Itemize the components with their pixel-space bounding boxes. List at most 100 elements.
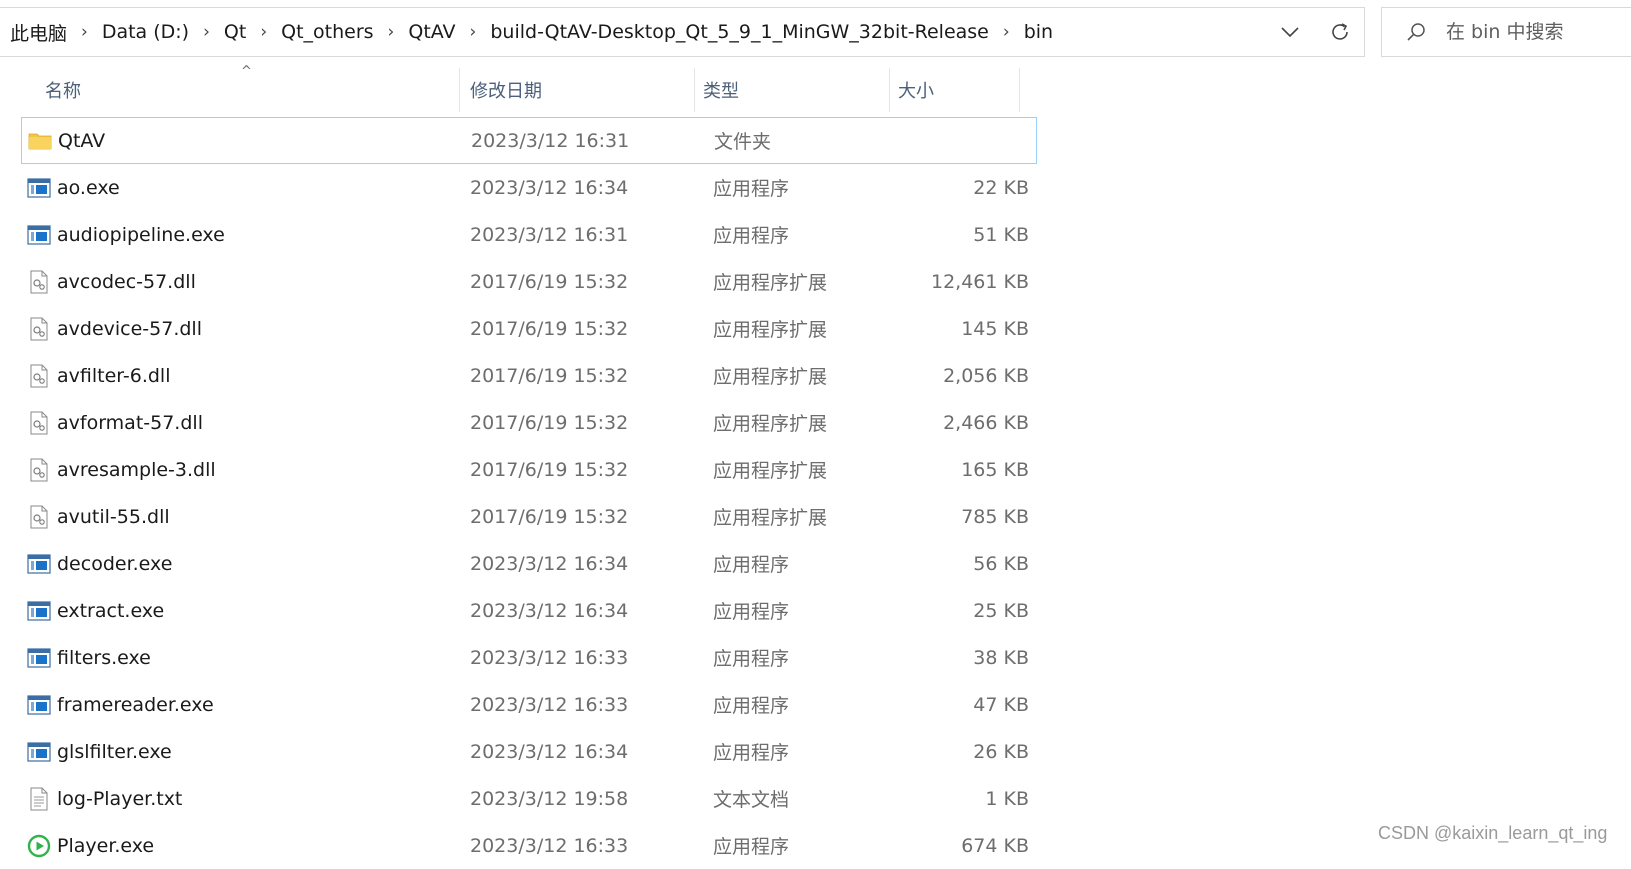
file-name: extract.exe	[57, 599, 165, 622]
file-type: 应用程序扩展	[713, 366, 828, 388]
exe-icon	[26, 211, 52, 258]
breadcrumb-item-qt[interactable]: Qt	[224, 21, 246, 43]
file-modified-date: 2023/3/12 16:34	[470, 176, 629, 199]
file-name: avutil-55.dll	[57, 505, 170, 528]
breadcrumb-item-qtav[interactable]: QtAV	[408, 21, 455, 43]
chevron-right-icon[interactable]: ›	[470, 22, 477, 42]
file-row[interactable]: decoder.exe 2023/3/12 16:34 应用程序 56 KB	[21, 540, 1037, 587]
file-row[interactable]: Player.exe 2023/3/12 16:33 应用程序 674 KB	[21, 822, 1037, 869]
address-history-button[interactable]	[1270, 8, 1310, 56]
address-bar[interactable]: 此电脑 › Data (D:) › Qt › Qt_others › QtAV …	[0, 7, 1365, 57]
file-size: 26 KB	[973, 740, 1029, 763]
file-type: 应用程序扩展	[713, 460, 828, 482]
breadcrumb-item-drive[interactable]: Data (D:)	[102, 21, 189, 43]
file-type: 应用程序	[713, 695, 790, 717]
file-modified-date: 2023/3/12 16:33	[470, 646, 629, 669]
file-type: 应用程序	[713, 836, 790, 858]
file-size: 56 KB	[973, 552, 1029, 575]
file-row[interactable]: avresample-3.dll 2017/6/19 15:32 应用程序扩展 165…	[21, 446, 1037, 493]
file-size: 47 KB	[973, 693, 1029, 716]
chevron-right-icon[interactable]: ›	[81, 22, 88, 42]
file-size: 12,461 KB	[930, 270, 1029, 293]
file-size: 1 KB	[985, 787, 1029, 810]
column-header-size[interactable]: 大小	[898, 68, 1018, 112]
column-divider[interactable]	[694, 68, 695, 112]
search-box[interactable]	[1381, 7, 1631, 57]
column-divider[interactable]	[459, 68, 460, 112]
exe-icon	[26, 587, 52, 634]
file-row[interactable]: audiopipeline.exe 2023/3/12 16:31 应用程序 51 K…	[21, 211, 1037, 258]
file-name: avcodec-57.dll	[57, 270, 196, 293]
refresh-button[interactable]	[1320, 8, 1360, 56]
chevron-right-icon[interactable]: ›	[1003, 22, 1010, 42]
folder-icon	[27, 118, 53, 163]
file-modified-date: 2023/3/12 16:34	[470, 552, 629, 575]
file-row[interactable]: avutil-55.dll 2017/6/19 15:32 应用程序扩展 785 KB	[21, 493, 1037, 540]
file-modified-date: 2023/3/12 19:58	[470, 787, 629, 810]
file-name: decoder.exe	[57, 552, 173, 575]
chevron-right-icon[interactable]: ›	[388, 22, 395, 42]
breadcrumb-item-bin[interactable]: bin	[1024, 21, 1053, 43]
file-modified-date: 2017/6/19 15:32	[470, 458, 629, 481]
column-divider[interactable]	[1019, 68, 1020, 112]
dll-icon	[26, 493, 52, 540]
file-size: 2,466 KB	[943, 411, 1029, 434]
column-header-date[interactable]: 修改日期	[470, 68, 690, 112]
dll-icon	[26, 352, 52, 399]
file-type: 应用程序	[713, 742, 790, 764]
dll-icon	[26, 446, 52, 493]
file-name: avresample-3.dll	[57, 458, 216, 481]
file-type: 应用程序	[713, 648, 790, 670]
file-type: 应用程序	[713, 554, 790, 576]
file-name: avformat-57.dll	[57, 411, 203, 434]
file-type: 应用程序扩展	[713, 272, 828, 294]
exe-icon	[26, 540, 52, 587]
column-header-name[interactable]: 名称	[45, 68, 455, 112]
file-size: 674 KB	[961, 834, 1029, 857]
breadcrumb-item-this-pc[interactable]: 此电脑	[10, 19, 67, 46]
file-type: 文本文档	[713, 789, 790, 811]
file-type: 文件夹	[714, 131, 772, 153]
exe-icon	[26, 634, 52, 681]
file-type: 应用程序扩展	[713, 507, 828, 529]
file-row[interactable]: framereader.exe 2023/3/12 16:33 应用程序 47 KB	[21, 681, 1037, 728]
player-icon	[26, 822, 52, 869]
file-modified-date: 2023/3/12 16:31	[471, 129, 630, 152]
breadcrumb-item-qt-others[interactable]: Qt_others	[281, 21, 373, 43]
file-size: 2,056 KB	[943, 364, 1029, 387]
search-input[interactable]	[1444, 20, 1618, 44]
file-size: 25 KB	[973, 599, 1029, 622]
column-divider[interactable]	[889, 68, 890, 112]
file-size: 38 KB	[973, 646, 1029, 669]
file-row[interactable]: avcodec-57.dll 2017/6/19 15:32 应用程序扩展 12,46…	[21, 258, 1037, 305]
chevron-right-icon[interactable]: ›	[260, 22, 267, 42]
file-name: filters.exe	[57, 646, 151, 669]
file-row[interactable]: avfilter-6.dll 2017/6/19 15:32 应用程序扩展 2,056…	[21, 352, 1037, 399]
file-modified-date: 2023/3/12 16:34	[470, 599, 629, 622]
file-row[interactable]: ao.exe 2023/3/12 16:34 应用程序 22 KB	[21, 164, 1037, 211]
file-row[interactable]: QtAV 2023/3/12 16:31 文件夹	[21, 117, 1037, 164]
file-name: framereader.exe	[57, 693, 214, 716]
file-row[interactable]: glslfilter.exe 2023/3/12 16:34 应用程序 26 KB	[21, 728, 1037, 775]
file-row[interactable]: filters.exe 2023/3/12 16:33 应用程序 38 KB	[21, 634, 1037, 681]
file-row[interactable]: extract.exe 2023/3/12 16:34 应用程序 25 KB	[21, 587, 1037, 634]
file-type: 应用程序扩展	[713, 413, 828, 435]
file-name: QtAV	[58, 129, 106, 152]
file-modified-date: 2017/6/19 15:32	[470, 411, 629, 434]
column-header-type[interactable]: 类型	[703, 68, 893, 112]
file-name: ao.exe	[57, 176, 120, 199]
file-type: 应用程序	[713, 601, 790, 623]
file-size: 165 KB	[961, 458, 1029, 481]
chevron-right-icon[interactable]: ›	[203, 22, 210, 42]
file-modified-date: 2017/6/19 15:32	[470, 317, 629, 340]
file-modified-date: 2017/6/19 15:32	[470, 270, 629, 293]
dll-icon	[26, 305, 52, 352]
file-row[interactable]: avformat-57.dll 2017/6/19 15:32 应用程序扩展 2,46…	[21, 399, 1037, 446]
breadcrumb-item-build[interactable]: build-QtAV-Desktop_Qt_5_9_1_MinGW_32bit-…	[490, 21, 989, 43]
file-row[interactable]: avdevice-57.dll 2017/6/19 15:32 应用程序扩展 145 …	[21, 305, 1037, 352]
watermark: CSDN @kaixin_learn_qt_ing	[1378, 823, 1608, 843]
dll-icon	[26, 399, 52, 446]
dll-icon	[26, 258, 52, 305]
exe-icon	[26, 681, 52, 728]
file-row[interactable]: log-Player.txt 2023/3/12 19:58 文本文档 1 KB	[21, 775, 1037, 822]
